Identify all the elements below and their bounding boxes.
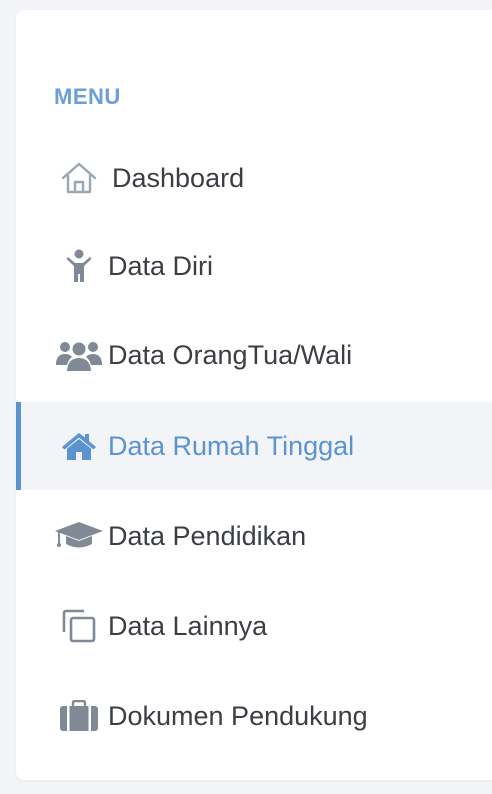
graduation-cap-icon bbox=[54, 520, 104, 552]
menu-heading: MENU bbox=[54, 84, 121, 109]
sidebar-item-label: Dashboard bbox=[112, 162, 245, 193]
sidebar-item-data-pendidikan[interactable]: Data Pendidikan bbox=[16, 492, 492, 580]
sidebar-item-dokumen-pendukung[interactable]: Dokumen Pendukung bbox=[16, 672, 492, 760]
sidebar-item-label: Data Lainnya bbox=[108, 610, 268, 641]
sidebar-panel: MENU Dashboard Data Diri Data OrangTua/W… bbox=[16, 10, 492, 780]
sidebar-item-data-rumah-tinggal[interactable]: Data Rumah Tinggal bbox=[16, 402, 492, 490]
copy-icon bbox=[54, 608, 104, 644]
sidebar-item-label: Data Rumah Tinggal bbox=[108, 430, 355, 461]
briefcase-icon bbox=[54, 700, 104, 732]
home-outline-icon bbox=[54, 160, 104, 196]
sidebar-item-data-lainnya[interactable]: Data Lainnya bbox=[16, 582, 492, 670]
sidebar-item-label: Data Pendidikan bbox=[108, 520, 307, 551]
users-icon bbox=[54, 339, 104, 371]
sidebar-item-label: Data OrangTua/Wali bbox=[108, 339, 353, 370]
sidebar-item-data-orangtua[interactable]: Data OrangTua/Wali bbox=[16, 311, 492, 399]
sidebar-item-label: Data Diri bbox=[108, 250, 214, 281]
home-icon bbox=[54, 431, 104, 461]
sidebar-item-label: Dokumen Pendukung bbox=[108, 700, 368, 731]
sidebar-item-data-diri[interactable]: Data Diri bbox=[16, 222, 492, 310]
sidebar-item-dashboard[interactable]: Dashboard bbox=[16, 134, 492, 222]
child-icon bbox=[54, 249, 104, 283]
